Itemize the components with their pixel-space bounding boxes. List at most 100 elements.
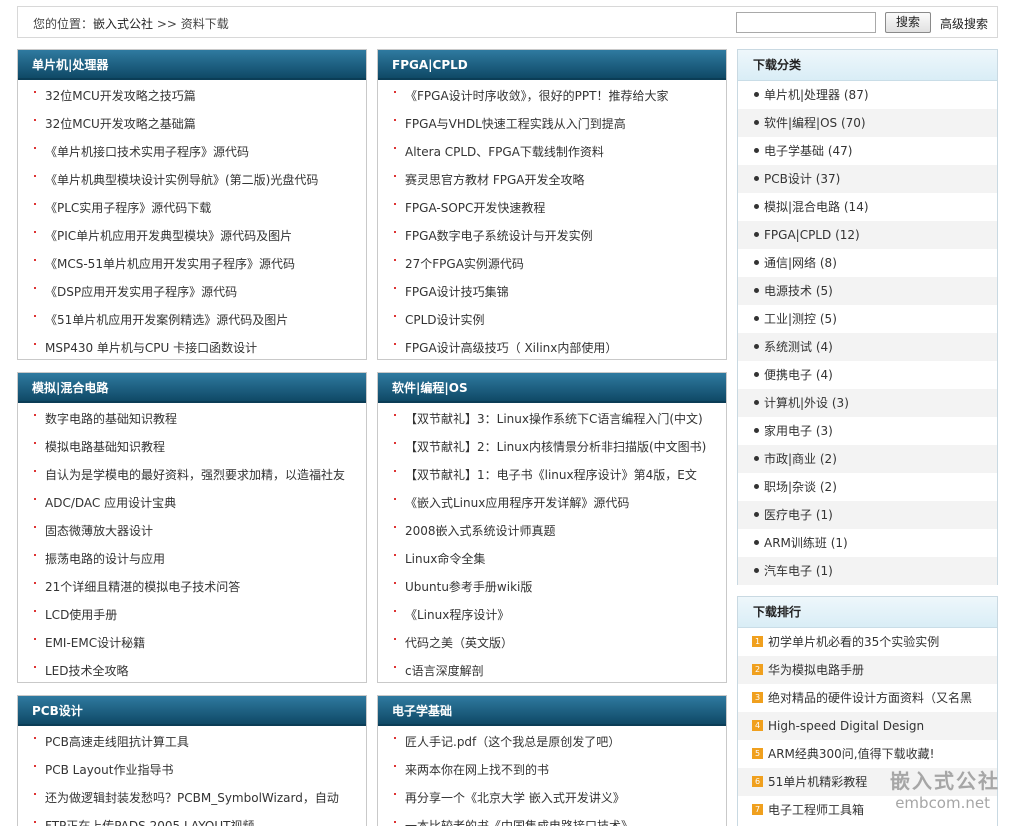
ranking-link[interactable]: 绝对精品的硬件设计方面资料（又名黑 xyxy=(768,691,972,705)
resource-link[interactable]: 模拟电路基础知识教程 xyxy=(45,440,165,454)
resource-link[interactable]: MSP430 单片机与CPU 卡接口函数设计 xyxy=(45,341,257,355)
list-item: Linux命令全集 xyxy=(378,545,726,573)
resource-link[interactable]: 来两本你在网上找不到的书 xyxy=(405,763,549,777)
resource-link[interactable]: EMI-EMC设计秘籍 xyxy=(45,636,145,650)
category-link[interactable]: 电源技术 xyxy=(764,284,812,298)
ranking-link[interactable]: 电子工程师工具箱 xyxy=(768,803,864,817)
resource-link[interactable]: CPLD设计实例 xyxy=(405,313,485,327)
section-title[interactable]: 单片机|处理器 xyxy=(18,50,366,80)
resource-link[interactable]: 固态微薄放大器设计 xyxy=(45,524,153,538)
category-link[interactable]: 市政|商业 xyxy=(764,452,816,466)
advanced-search-link[interactable]: 高级搜索 xyxy=(940,15,988,32)
category-item: 单片机|处理器 (87) xyxy=(738,81,997,109)
ranking-link[interactable]: 初学单片机必看的35个实验实例 xyxy=(768,635,939,649)
resource-link[interactable]: 【双节献礼】1：电子书《linux程序设计》第4版，E文 xyxy=(405,468,697,482)
breadcrumb-home-link[interactable]: 嵌入式公社 xyxy=(93,17,153,31)
resource-link[interactable]: 振荡电路的设计与应用 xyxy=(45,552,165,566)
section-title[interactable]: 电子学基础 xyxy=(378,696,726,726)
download-categories-panel: 下载分类 单片机|处理器 (87) 软件|编程|OS (70) 电子学基础 (47)… xyxy=(737,49,998,585)
resource-link[interactable]: 一本比较老的书《中国集成电路接口技术》 xyxy=(405,819,633,826)
category-link[interactable]: 职场|杂谈 xyxy=(764,480,816,494)
resource-link[interactable]: Altera CPLD、FPGA下载线制作资料 xyxy=(405,145,604,159)
resource-link[interactable]: FPGA设计技巧集锦 xyxy=(405,285,509,299)
resource-link[interactable]: 《MCS-51单片机应用开发实用子程序》源代码 xyxy=(45,257,295,271)
ranking-link[interactable]: 51单片机精彩教程 xyxy=(768,775,867,789)
resource-link[interactable]: 32位MCU开发攻略之基础篇 xyxy=(45,117,196,131)
resource-link[interactable]: 【双节献礼】3：Linux操作系统下C语言编程入门(中文) xyxy=(405,412,703,426)
ranking-link[interactable]: High-speed Digital Design xyxy=(768,719,924,733)
resource-link[interactable]: 【双节献礼】2：Linux内核情景分析非扫描版(中文图书) xyxy=(405,440,706,454)
category-item: FPGA|CPLD (12) xyxy=(738,221,997,249)
resource-link[interactable]: 数字电路的基础知识教程 xyxy=(45,412,177,426)
resource-link[interactable]: 《嵌入式Linux应用程序开发详解》源代码 xyxy=(405,496,629,510)
resource-link[interactable]: 《单片机典型模块设计实例导航》(第二版)光盘代码 xyxy=(45,173,318,187)
category-link[interactable]: FPGA|CPLD xyxy=(764,228,831,242)
category-link[interactable]: 通信|网络 xyxy=(764,256,816,270)
search-button[interactable]: 搜索 xyxy=(885,12,931,33)
resource-link[interactable]: LCD使用手册 xyxy=(45,608,117,622)
resource-link[interactable]: FPGA-SOPC开发快速教程 xyxy=(405,201,545,215)
category-link[interactable]: 系统测试 xyxy=(764,340,812,354)
resource-link[interactable]: PCB高速走线阻抗计算工具 xyxy=(45,735,189,749)
resource-link[interactable]: 21个详细且精湛的模拟电子技术问答 xyxy=(45,580,240,594)
watermark-cn: 嵌入式公社 xyxy=(890,769,1000,793)
resource-link[interactable]: 自认为是学模电的最好资料，强烈要求加精，以造福社友 xyxy=(45,468,345,482)
category-link[interactable]: 医疗电子 xyxy=(764,508,812,522)
list-item: 《MCS-51单片机应用开发实用子程序》源代码 xyxy=(18,250,366,278)
resource-link[interactable]: c语言深度解剖 xyxy=(405,664,484,678)
bullet-icon xyxy=(754,428,759,433)
ranking-item: 2 华为模拟电路手册 xyxy=(738,656,997,684)
resource-link[interactable]: 代码之美（英文版） xyxy=(405,636,513,650)
resource-link[interactable]: 赛灵思官方教材 FPGA开发全攻略 xyxy=(405,173,584,187)
resource-link[interactable]: 《FPGA设计时序收敛》，很好的PPT！推荐给大家 xyxy=(405,89,668,103)
resource-link[interactable]: FPGA设计高级技巧（ Xilinx内部使用） xyxy=(405,341,617,355)
category-link[interactable]: 软件|编程|OS xyxy=(764,116,837,130)
resource-link[interactable]: 《Linux程序设计》 xyxy=(405,608,509,622)
search-input[interactable] xyxy=(736,12,876,33)
resource-link[interactable]: FPGA数字电子系统设计与开发实例 xyxy=(405,229,593,243)
category-link[interactable]: 家用电子 xyxy=(764,424,812,438)
resource-link[interactable]: ADC/DAC 应用设计宝典 xyxy=(45,496,176,510)
section-box: PCB设计 PCB高速走线阻抗计算工具 PCB Layout作业指导书还为做逻辑封装… xyxy=(17,695,367,826)
list-item: 32位MCU开发攻略之基础篇 xyxy=(18,110,366,138)
resource-link[interactable]: FTP正在上传PADS 2005 LAYOUT视频 xyxy=(45,819,254,826)
resource-link[interactable]: 32位MCU开发攻略之技巧篇 xyxy=(45,89,196,103)
resource-link[interactable]: 《DSP应用开发实用子程序》源代码 xyxy=(45,285,237,299)
category-item: 汽车电子 (1) xyxy=(738,557,997,585)
category-link[interactable]: 工业|测控 xyxy=(764,312,816,326)
list-item: 【双节献礼】2：Linux内核情景分析非扫描版(中文图书) xyxy=(378,433,726,461)
category-link[interactable]: ARM训练班 xyxy=(764,536,827,550)
resource-link[interactable]: Linux命令全集 xyxy=(405,552,485,566)
resource-link[interactable]: 《51单片机应用开发案例精选》源代码及图片 xyxy=(45,313,288,327)
resource-link[interactable]: 2008嵌入式系统设计师真题 xyxy=(405,524,556,538)
category-link[interactable]: 模拟|混合电路 xyxy=(764,200,840,214)
category-item: 医疗电子 (1) xyxy=(738,501,997,529)
category-item: 计算机|外设 (3) xyxy=(738,389,997,417)
category-link[interactable]: 计算机|外设 xyxy=(764,396,828,410)
category-link[interactable]: 电子学基础 xyxy=(764,144,824,158)
resource-link[interactable]: 再分享一个《北京大学 嵌入式开发讲义》 xyxy=(405,791,625,805)
resource-link[interactable]: 《PLC实用子程序》源代码下载 xyxy=(45,201,211,215)
resource-link[interactable]: PCB Layout作业指导书 xyxy=(45,763,173,777)
resource-link[interactable]: FPGA与VHDL快速工程实践从入门到提高 xyxy=(405,117,626,131)
category-link[interactable]: 单片机|处理器 xyxy=(764,88,840,102)
resource-link[interactable]: LED技术全攻略 xyxy=(45,664,129,678)
section-title[interactable]: 软件|编程|OS xyxy=(378,373,726,403)
category-count: (1) xyxy=(815,564,833,578)
resource-link[interactable]: 27个FPGA实例源代码 xyxy=(405,257,524,271)
section-title[interactable]: PCB设计 xyxy=(18,696,366,726)
resource-link[interactable]: 还为做逻辑封装发愁吗？PCBM_SymbolWizard，自动 xyxy=(45,791,339,805)
section-title[interactable]: 模拟|混合电路 xyxy=(18,373,366,403)
ranking-link[interactable]: 华为模拟电路手册 xyxy=(768,663,864,677)
resource-link[interactable]: 《单片机接口技术实用子程序》源代码 xyxy=(45,145,249,159)
section-title[interactable]: FPGA|CPLD xyxy=(378,50,726,80)
rank-number-badge: 1 xyxy=(752,636,763,647)
ranking-link[interactable]: ARM经典300问,值得下载收藏! xyxy=(768,747,934,761)
category-link[interactable]: PCB设计 xyxy=(764,172,812,186)
category-count: (3) xyxy=(831,396,849,410)
category-link[interactable]: 便携电子 xyxy=(764,368,812,382)
resource-link[interactable]: 匠人手记.pdf（这个我总是原创发了吧） xyxy=(405,735,620,749)
category-link[interactable]: 汽车电子 xyxy=(764,564,812,578)
resource-link[interactable]: 《PIC单片机应用开发典型模块》源代码及图片 xyxy=(45,229,292,243)
resource-link[interactable]: Ubuntu参考手册wiki版 xyxy=(405,580,532,594)
